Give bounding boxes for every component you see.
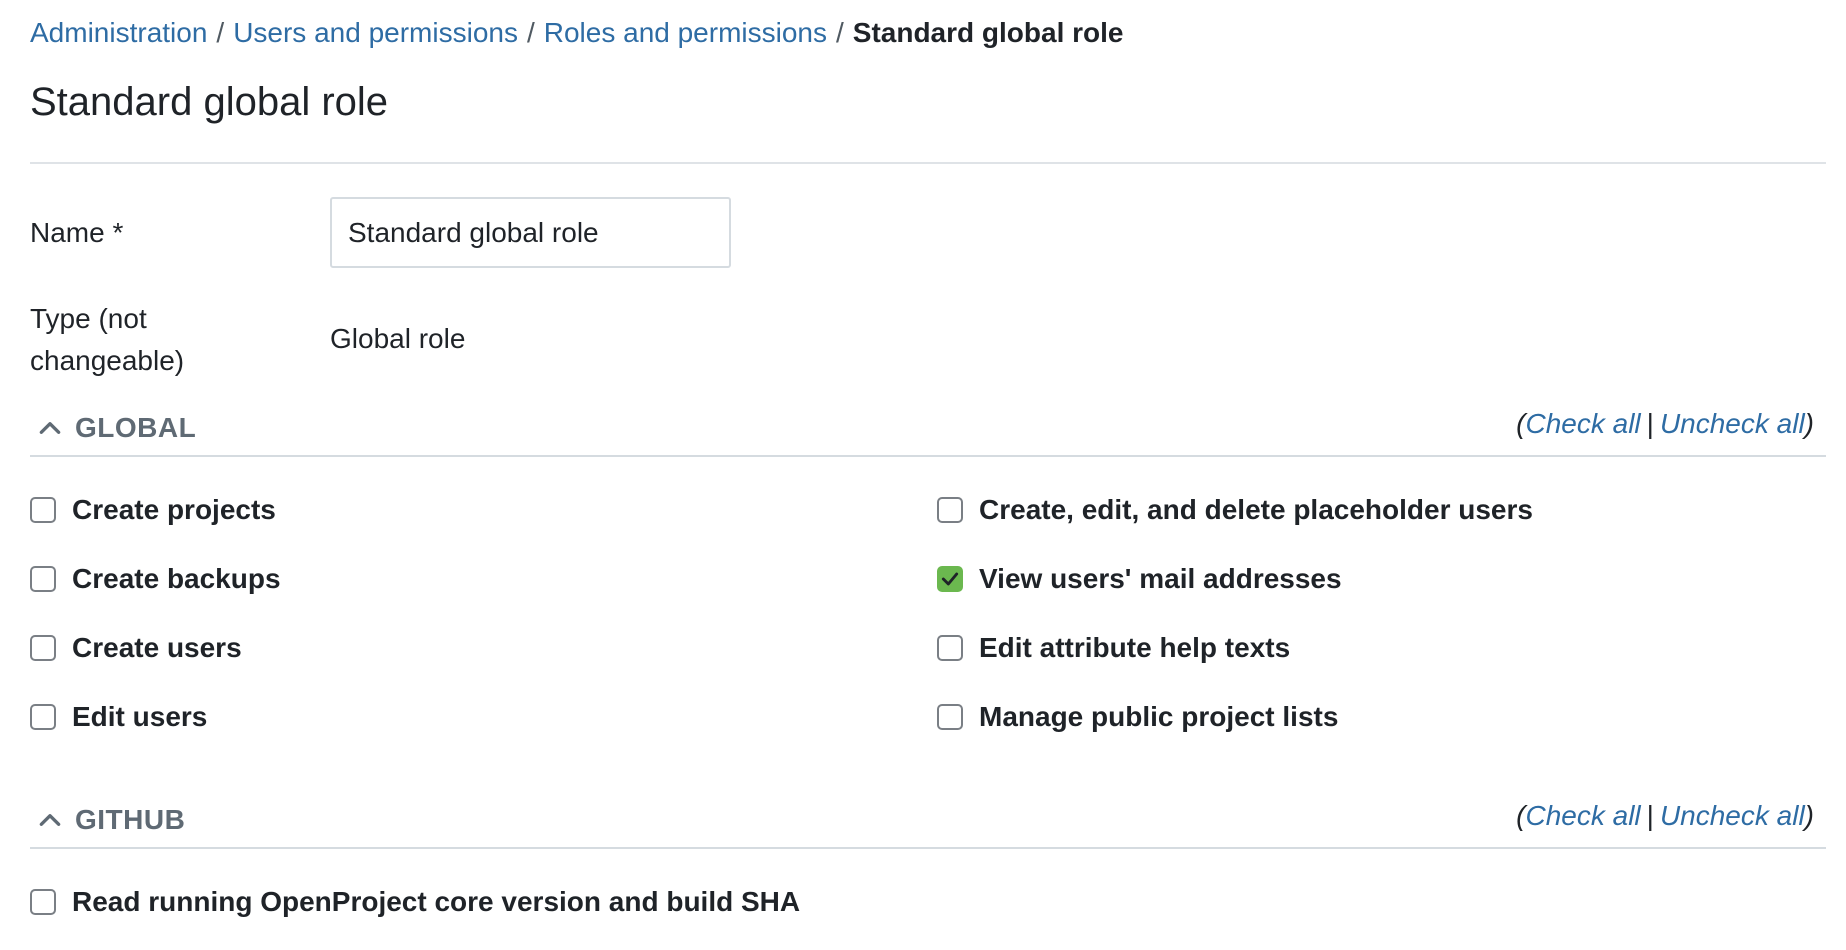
name-label: Name * <box>30 217 124 248</box>
checkbox[interactable] <box>30 635 56 661</box>
name-input[interactable] <box>330 197 731 268</box>
section-divider-github <box>30 847 1826 849</box>
checkbox[interactable] <box>30 889 56 915</box>
breadcrumb: Administration / Users and permissions / Rol… <box>30 14 1123 52</box>
paren-close: ) <box>1804 408 1814 439</box>
section-title-global: GLOBAL <box>75 412 197 443</box>
permission-create-users[interactable]: Create users <box>30 628 242 668</box>
permission-label[interactable]: Edit attribute help texts <box>979 632 1290 664</box>
permission-label[interactable]: Create, edit, and delete placeholder use… <box>979 494 1533 526</box>
uncheck-all-github-link[interactable]: Uncheck all <box>1660 800 1805 831</box>
section-toggle-global[interactable]: GLOBAL <box>30 408 196 448</box>
checkbox[interactable] <box>937 704 963 730</box>
paren-close: ) <box>1804 800 1814 831</box>
checkbox[interactable] <box>30 566 56 592</box>
section-toggle-github[interactable]: GITHUB <box>30 800 185 840</box>
page-title: Standard global role <box>30 80 389 124</box>
breadcrumb-separator: / <box>526 17 535 48</box>
breadcrumb-roles-and-permissions[interactable]: Roles and permissions <box>544 17 827 48</box>
section-divider-global <box>30 455 1826 457</box>
breadcrumb-users-and-permissions[interactable]: Users and permissions <box>233 17 518 48</box>
section-title-github: GITHUB <box>75 804 186 835</box>
permission-label[interactable]: View users' mail addresses <box>979 563 1342 595</box>
section-links-github: (Check all | Uncheck all) <box>1516 796 1814 836</box>
permission-view-mail-addresses[interactable]: View users' mail addresses <box>937 559 1342 599</box>
section-header-global: GLOBAL (Check all | Uncheck all) <box>30 408 1826 452</box>
permission-edit-users[interactable]: Edit users <box>30 697 207 737</box>
permission-create-backups[interactable]: Create backups <box>30 559 281 599</box>
check-icon <box>941 572 959 586</box>
checkbox[interactable] <box>30 704 56 730</box>
uncheck-all-global-link[interactable]: Uncheck all <box>1660 408 1805 439</box>
permission-manage-public-project-lists[interactable]: Manage public project lists <box>937 697 1338 737</box>
section-header-github: GITHUB (Check all | Uncheck all) <box>30 800 1826 844</box>
breadcrumb-administration[interactable]: Administration <box>30 17 207 48</box>
permission-create-projects[interactable]: Create projects <box>30 490 276 530</box>
checkbox[interactable] <box>937 497 963 523</box>
permission-placeholder-users[interactable]: Create, edit, and delete placeholder use… <box>937 490 1533 530</box>
breadcrumb-current: Standard global role <box>852 17 1124 48</box>
checkbox[interactable] <box>937 566 963 592</box>
permission-label[interactable]: Manage public project lists <box>979 701 1338 733</box>
title-divider <box>30 162 1826 164</box>
check-all-global-link[interactable]: Check all <box>1525 408 1640 439</box>
type-value: Global role <box>330 323 466 354</box>
checkbox[interactable] <box>937 635 963 661</box>
section-links-global: (Check all | Uncheck all) <box>1516 404 1814 444</box>
link-separator: | <box>1646 800 1654 831</box>
chevron-up-icon <box>39 814 61 826</box>
check-all-github-link[interactable]: Check all <box>1525 800 1640 831</box>
breadcrumb-separator: / <box>216 17 225 48</box>
chevron-up-icon <box>39 422 61 434</box>
permission-label[interactable]: Edit users <box>72 701 207 733</box>
checkbox[interactable] <box>30 497 56 523</box>
link-separator: | <box>1646 408 1654 439</box>
type-label: Type (not changeable) <box>30 303 185 376</box>
permission-edit-attribute-help-texts[interactable]: Edit attribute help texts <box>937 628 1290 668</box>
permission-label[interactable]: Create backups <box>72 563 281 595</box>
permission-label[interactable]: Create projects <box>72 494 276 526</box>
permission-read-core-version[interactable]: Read running OpenProject core version an… <box>30 882 800 922</box>
permission-label[interactable]: Read running OpenProject core version an… <box>72 886 800 918</box>
permission-label[interactable]: Create users <box>72 632 242 664</box>
breadcrumb-separator: / <box>836 17 844 48</box>
